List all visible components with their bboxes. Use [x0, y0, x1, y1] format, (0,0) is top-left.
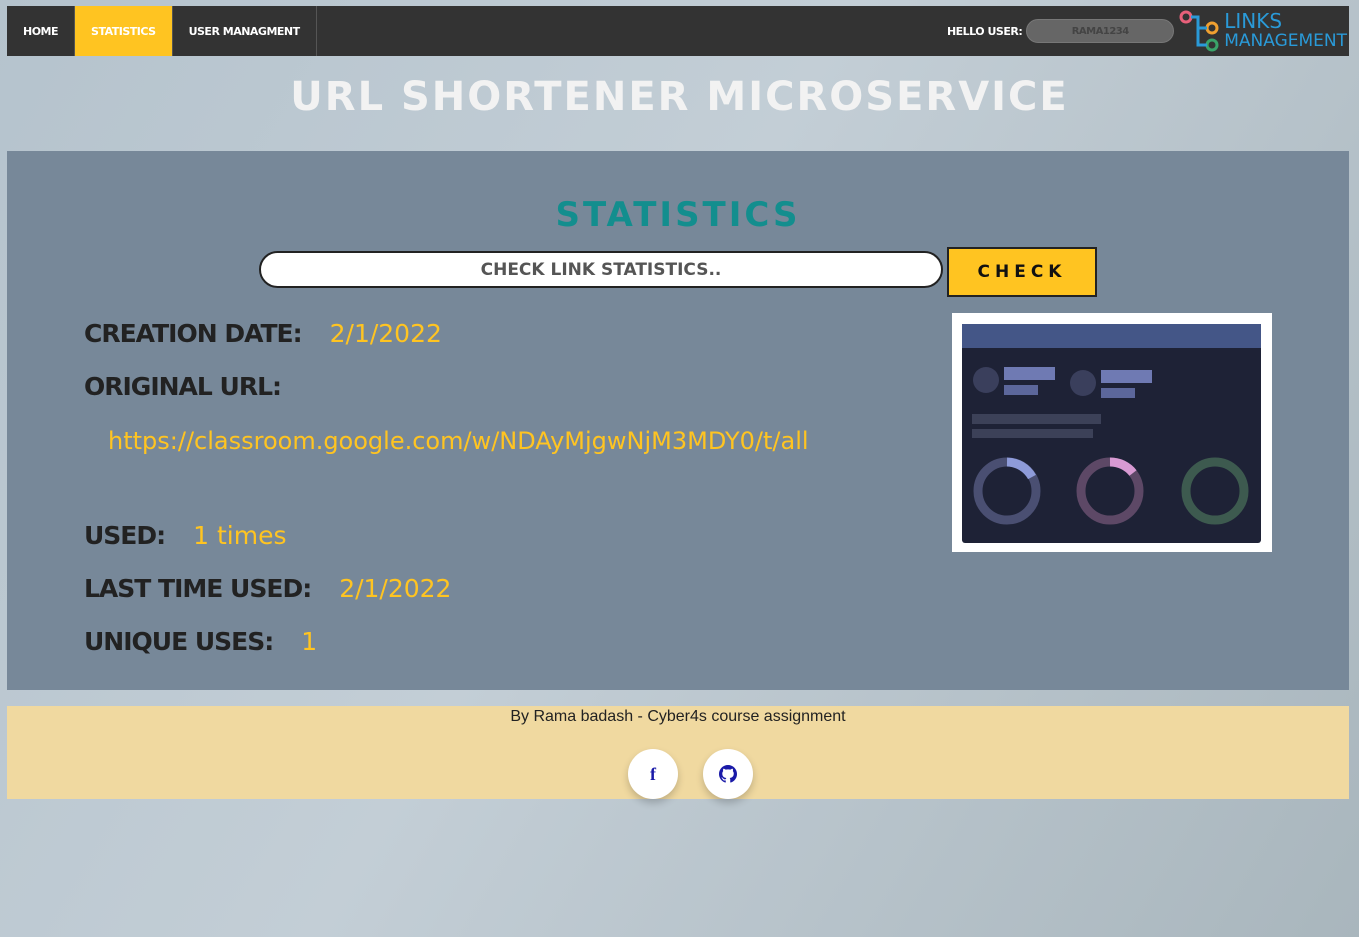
original-url-value[interactable]: https://classroom.google.com/w/NDAyMjgwN… — [108, 427, 809, 455]
used-label: USED: — [84, 521, 166, 550]
nav-user-area: HELLO USER: RAMA1234 LINKS MANAGEMENT — [947, 6, 1349, 56]
last-used-value: 2/1/2022 — [339, 574, 452, 603]
used-row: USED: 1 times — [84, 521, 287, 550]
logo-text-management: MANAGEMENT — [1224, 31, 1347, 51]
nav-statistics[interactable]: STATISTICS — [75, 6, 173, 56]
nav-user-managment[interactable]: USER MANAGMENT — [173, 6, 317, 56]
links-management-logo: LINKS MANAGEMENT — [1178, 6, 1349, 56]
unique-uses-label: UNIQUE USES: — [84, 627, 274, 656]
nav-home[interactable]: HOME — [7, 6, 76, 56]
page-title: URL SHORTENER MICROSERVICE — [290, 74, 1069, 120]
hello-user-label: HELLO USER: — [946, 24, 1023, 38]
username-badge: RAMA1234 — [1026, 19, 1175, 43]
original-url-label: ORIGINAL URL: — [84, 372, 282, 401]
last-used-row: LAST TIME USED: 2/1/2022 — [84, 574, 451, 603]
link-statistics-search-input[interactable] — [259, 251, 943, 288]
creation-date-value: 2/1/2022 — [329, 319, 442, 348]
original-url-row: ORIGINAL URL: — [84, 372, 282, 401]
footer-credit-text: By Rama badash - Cyber4s course assignme… — [510, 708, 846, 725]
top-navbar: HOME STATISTICS USER MANAGMENT HELLO USE… — [7, 6, 1349, 56]
footer: By Rama badash - Cyber4s course assignme… — [7, 706, 1349, 799]
github-icon — [719, 765, 737, 783]
links-logo-icon — [1179, 10, 1219, 52]
logo-text-links: LINKS — [1224, 9, 1283, 33]
facebook-icon: f — [650, 763, 656, 784]
check-button[interactable]: CHECK — [947, 247, 1097, 297]
dashboard-illustration — [962, 324, 1261, 543]
unique-uses-value: 1 — [301, 627, 318, 656]
dashboard-preview-image — [952, 313, 1272, 552]
creation-date-label: CREATION DATE: — [84, 319, 303, 348]
used-value: 1 times — [193, 521, 287, 550]
github-button[interactable] — [703, 749, 753, 799]
statistics-panel: STATISTICS CHECK CREATION DATE: 2/1/2022… — [7, 151, 1349, 690]
unique-uses-row: UNIQUE USES: 1 — [84, 627, 317, 656]
facebook-button[interactable]: f — [628, 749, 678, 799]
creation-date-row: CREATION DATE: 2/1/2022 — [84, 319, 442, 348]
statistics-heading: STATISTICS — [555, 195, 801, 235]
last-used-label: LAST TIME USED: — [84, 574, 312, 603]
